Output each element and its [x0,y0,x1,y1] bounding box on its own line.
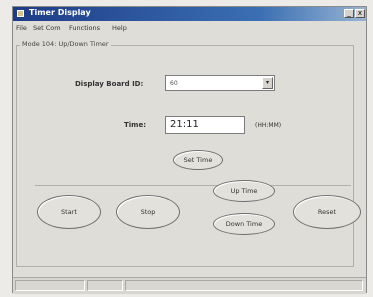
down-time-button[interactable]: Down Time [213,213,275,235]
status-pane-3 [125,280,363,291]
group-title: Mode 104: Up/Down Timer [20,40,111,48]
menu-set-com[interactable]: Set Com [33,24,61,32]
up-time-button[interactable]: Up Time [213,180,275,202]
display-board-id-value: 60 [170,80,178,87]
status-pane-1 [15,280,85,291]
menu-file[interactable]: File [16,24,27,32]
time-label: Time: [124,121,147,129]
set-time-button[interactable]: Set Time [173,150,223,170]
minimize-button[interactable]: _ [344,9,354,18]
close-button[interactable]: x [355,9,365,18]
dropdown-arrow-icon[interactable]: ▾ [262,77,273,89]
separator-line [35,185,351,186]
display-board-id-label: Display Board ID: [75,80,144,88]
menu-functions[interactable]: Functions [69,24,100,32]
title-bar[interactable]: Timer Display _ x [13,7,366,21]
window-title: Timer Display [29,8,91,17]
timer-display-window: Timer Display _ x File Set Com Functions… [12,6,367,294]
app-icon [17,10,24,17]
time-format-hint: (HH:MM) [255,122,282,129]
status-bar [13,277,366,294]
status-pane-2 [87,280,123,291]
time-value: 21:11 [170,119,199,130]
menu-bar: File Set Com Functions Help [13,21,366,35]
reset-button[interactable]: Reset [293,195,361,229]
menu-help[interactable]: Help [112,24,127,32]
stop-button[interactable]: Stop [116,195,180,229]
time-input[interactable]: 21:11 [165,116,245,134]
start-button[interactable]: Start [37,195,101,229]
display-board-id-select[interactable]: 60 ▾ [165,75,275,91]
